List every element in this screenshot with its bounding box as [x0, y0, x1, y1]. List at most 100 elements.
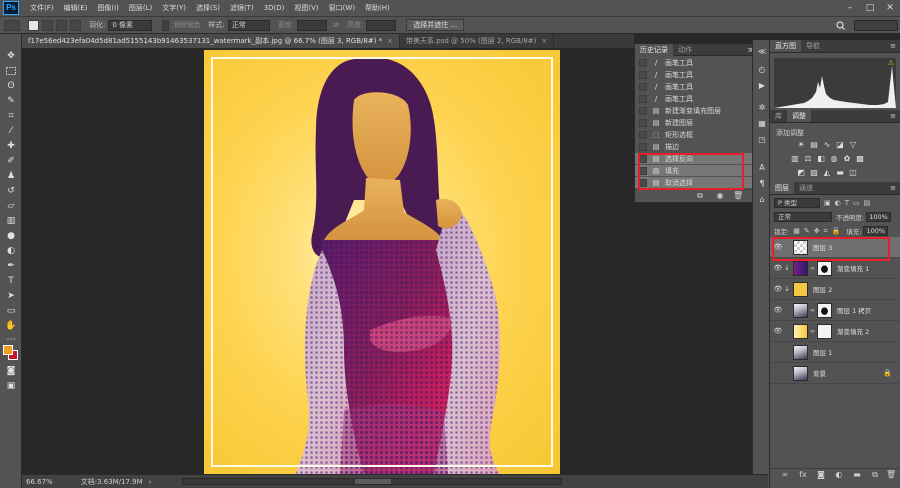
- layer-thumbnail[interactable]: [793, 281, 808, 297]
- tab-adjustments[interactable]: 调整: [787, 110, 811, 122]
- menu-item-9[interactable]: 窗口(W): [324, 0, 360, 17]
- new-adjustment-icon[interactable]: ◐: [834, 470, 844, 480]
- layer-thumbnail[interactable]: [793, 260, 808, 276]
- swatches-icon[interactable]: ▦: [756, 118, 768, 130]
- menu-item-0[interactable]: 文件(F): [25, 0, 59, 17]
- eyedropper-tool-icon[interactable]: ⁄: [4, 125, 18, 137]
- add-selection-icon[interactable]: [42, 19, 53, 31]
- layer-mask-thumbnail[interactable]: [817, 260, 832, 276]
- layer-row[interactable]: 👁背景🔒: [770, 363, 900, 384]
- panel-menu-icon[interactable]: ≡: [890, 110, 900, 122]
- screen-mode-icon[interactable]: ▣: [4, 380, 18, 392]
- healing-brush-tool-icon[interactable]: ✚: [4, 140, 18, 152]
- menu-item-6[interactable]: 滤镜(T): [225, 0, 259, 17]
- new-group-icon[interactable]: ▬: [852, 470, 862, 480]
- history-item[interactable]: / 画笔工具: [635, 93, 767, 104]
- history-snapshot-checkbox[interactable]: [639, 82, 647, 91]
- tab-libraries[interactable]: 库: [770, 110, 787, 122]
- menu-item-4[interactable]: 文字(Y): [157, 0, 191, 17]
- layer-row[interactable]: 👁 ∞ 图层 1 拷贝: [770, 300, 900, 321]
- type-tool-icon[interactable]: T: [4, 275, 18, 287]
- panel-menu-icon[interactable]: ≡: [890, 40, 900, 52]
- color-balance-icon[interactable]: ⚖: [803, 154, 813, 164]
- new-document-from-state-icon[interactable]: ⧉: [695, 191, 705, 201]
- tab-history[interactable]: 历史记录: [635, 44, 673, 56]
- antialias-checkbox[interactable]: [162, 19, 170, 31]
- lock-image-icon[interactable]: ✎: [804, 227, 810, 235]
- history-brush-tool-icon[interactable]: ↺: [4, 185, 18, 197]
- blend-mode-select[interactable]: 正常: [774, 212, 832, 222]
- lasso-tool-icon[interactable]: ʘ: [4, 80, 18, 92]
- filter-shape-icon[interactable]: ▭: [853, 199, 860, 207]
- hand-tool-icon[interactable]: ✋: [4, 320, 18, 332]
- tab-document-2[interactable]: 带美天系.psd @ 50% (图层 2, RGB/8#) ×: [400, 34, 555, 48]
- layer-mask-thumbnail[interactable]: [817, 302, 832, 318]
- workspace-switcher[interactable]: [854, 20, 898, 31]
- invert-icon[interactable]: ◩: [796, 168, 806, 178]
- maximize-button[interactable]: □: [864, 2, 876, 14]
- history-snapshot-checkbox[interactable]: [639, 142, 647, 151]
- history-item[interactable]: ▤ 新建渐变填充图层: [635, 105, 767, 116]
- dodge-tool-icon[interactable]: ◐: [4, 245, 18, 257]
- mask-link-icon[interactable]: ∞: [810, 265, 815, 272]
- trash-icon[interactable]: 🗑: [733, 191, 743, 201]
- eye-icon[interactable]: 👁: [773, 264, 783, 272]
- close-icon[interactable]: ×: [541, 37, 547, 45]
- document-size[interactable]: 文档:3.63M/17.9M: [81, 477, 143, 487]
- selective-color-icon[interactable]: ◫: [848, 168, 858, 178]
- shape-tool-icon[interactable]: ▭: [4, 305, 18, 317]
- history-snapshot-checkbox[interactable]: [639, 130, 647, 139]
- threshold-icon[interactable]: ◭: [822, 168, 832, 178]
- history-item[interactable]: / 画笔工具: [635, 69, 767, 80]
- brush-tool-icon[interactable]: ✐: [4, 155, 18, 167]
- status-menu-arrow-icon[interactable]: ›: [149, 478, 152, 486]
- curves-icon[interactable]: ∿: [822, 140, 832, 150]
- menu-item-8[interactable]: 视图(V): [289, 0, 323, 17]
- photo-filter-icon[interactable]: ◍: [829, 154, 839, 164]
- styles-icon[interactable]: ◳: [756, 134, 768, 146]
- layer-thumbnail[interactable]: [793, 302, 808, 318]
- paragraph-icon[interactable]: ¶: [756, 178, 768, 190]
- menu-item-2[interactable]: 图像(I): [92, 0, 124, 17]
- menu-item-5[interactable]: 选择(S): [191, 0, 225, 17]
- tab-histogram[interactable]: 直方图: [770, 40, 801, 52]
- zoom-level[interactable]: 66.67%: [26, 478, 53, 486]
- eye-icon[interactable]: 👁: [773, 285, 783, 293]
- history-item[interactable]: / 画笔工具: [635, 81, 767, 92]
- swap-icon[interactable]: ⇄: [333, 21, 339, 29]
- play-icon[interactable]: ▶: [756, 80, 768, 92]
- layer-row[interactable]: 👁 ∞ 渐变填充 2: [770, 321, 900, 342]
- history-snapshot-checkbox[interactable]: [639, 70, 647, 79]
- tab-document-1[interactable]: f17e56ed423efa04d5d81ad5155143b914635371…: [22, 34, 401, 48]
- lock-transparent-icon[interactable]: ▦: [793, 227, 800, 235]
- exposure-icon[interactable]: ◪: [835, 140, 845, 150]
- eye-icon[interactable]: 👁: [773, 306, 783, 314]
- history-item[interactable]: ▤ 新建图层: [635, 117, 767, 128]
- warning-icon[interactable]: ⚠: [888, 59, 894, 67]
- eraser-tool-icon[interactable]: ▱: [4, 200, 18, 212]
- tab-channels[interactable]: 通道: [794, 182, 818, 194]
- tab-actions[interactable]: 动作: [673, 44, 697, 56]
- document-canvas[interactable]: [204, 50, 560, 474]
- width-input[interactable]: [297, 19, 328, 31]
- close-button[interactable]: ✕: [884, 2, 896, 14]
- properties-icon[interactable]: ⌂: [756, 194, 768, 206]
- history-snapshot-checkbox[interactable]: [639, 94, 647, 103]
- intersect-selection-icon[interactable]: [70, 19, 81, 31]
- layer-style-icon[interactable]: fx: [798, 470, 808, 480]
- scrollbar-thumb[interactable]: [355, 479, 391, 484]
- lock-all-icon[interactable]: 🔒: [832, 227, 841, 235]
- move-tool-icon[interactable]: ✥: [4, 50, 18, 62]
- subtract-selection-icon[interactable]: [56, 19, 67, 31]
- tab-layers[interactable]: 图层: [770, 182, 794, 194]
- hue-saturation-icon[interactable]: ▥: [790, 154, 800, 164]
- gradient-map-icon[interactable]: ▬: [835, 168, 845, 178]
- snapshot-camera-icon[interactable]: ◉: [715, 191, 725, 201]
- history-snapshot-checkbox[interactable]: [639, 106, 647, 115]
- filter-adjust-icon[interactable]: ◐: [835, 199, 841, 207]
- search-icon[interactable]: [832, 20, 852, 31]
- history-item[interactable]: ▤ 描边: [635, 141, 767, 152]
- height-input[interactable]: [366, 19, 397, 31]
- black-white-icon[interactable]: ◧: [816, 154, 826, 164]
- layer-row[interactable]: 👁 ↓ ∞ 渐变填充 1: [770, 258, 900, 279]
